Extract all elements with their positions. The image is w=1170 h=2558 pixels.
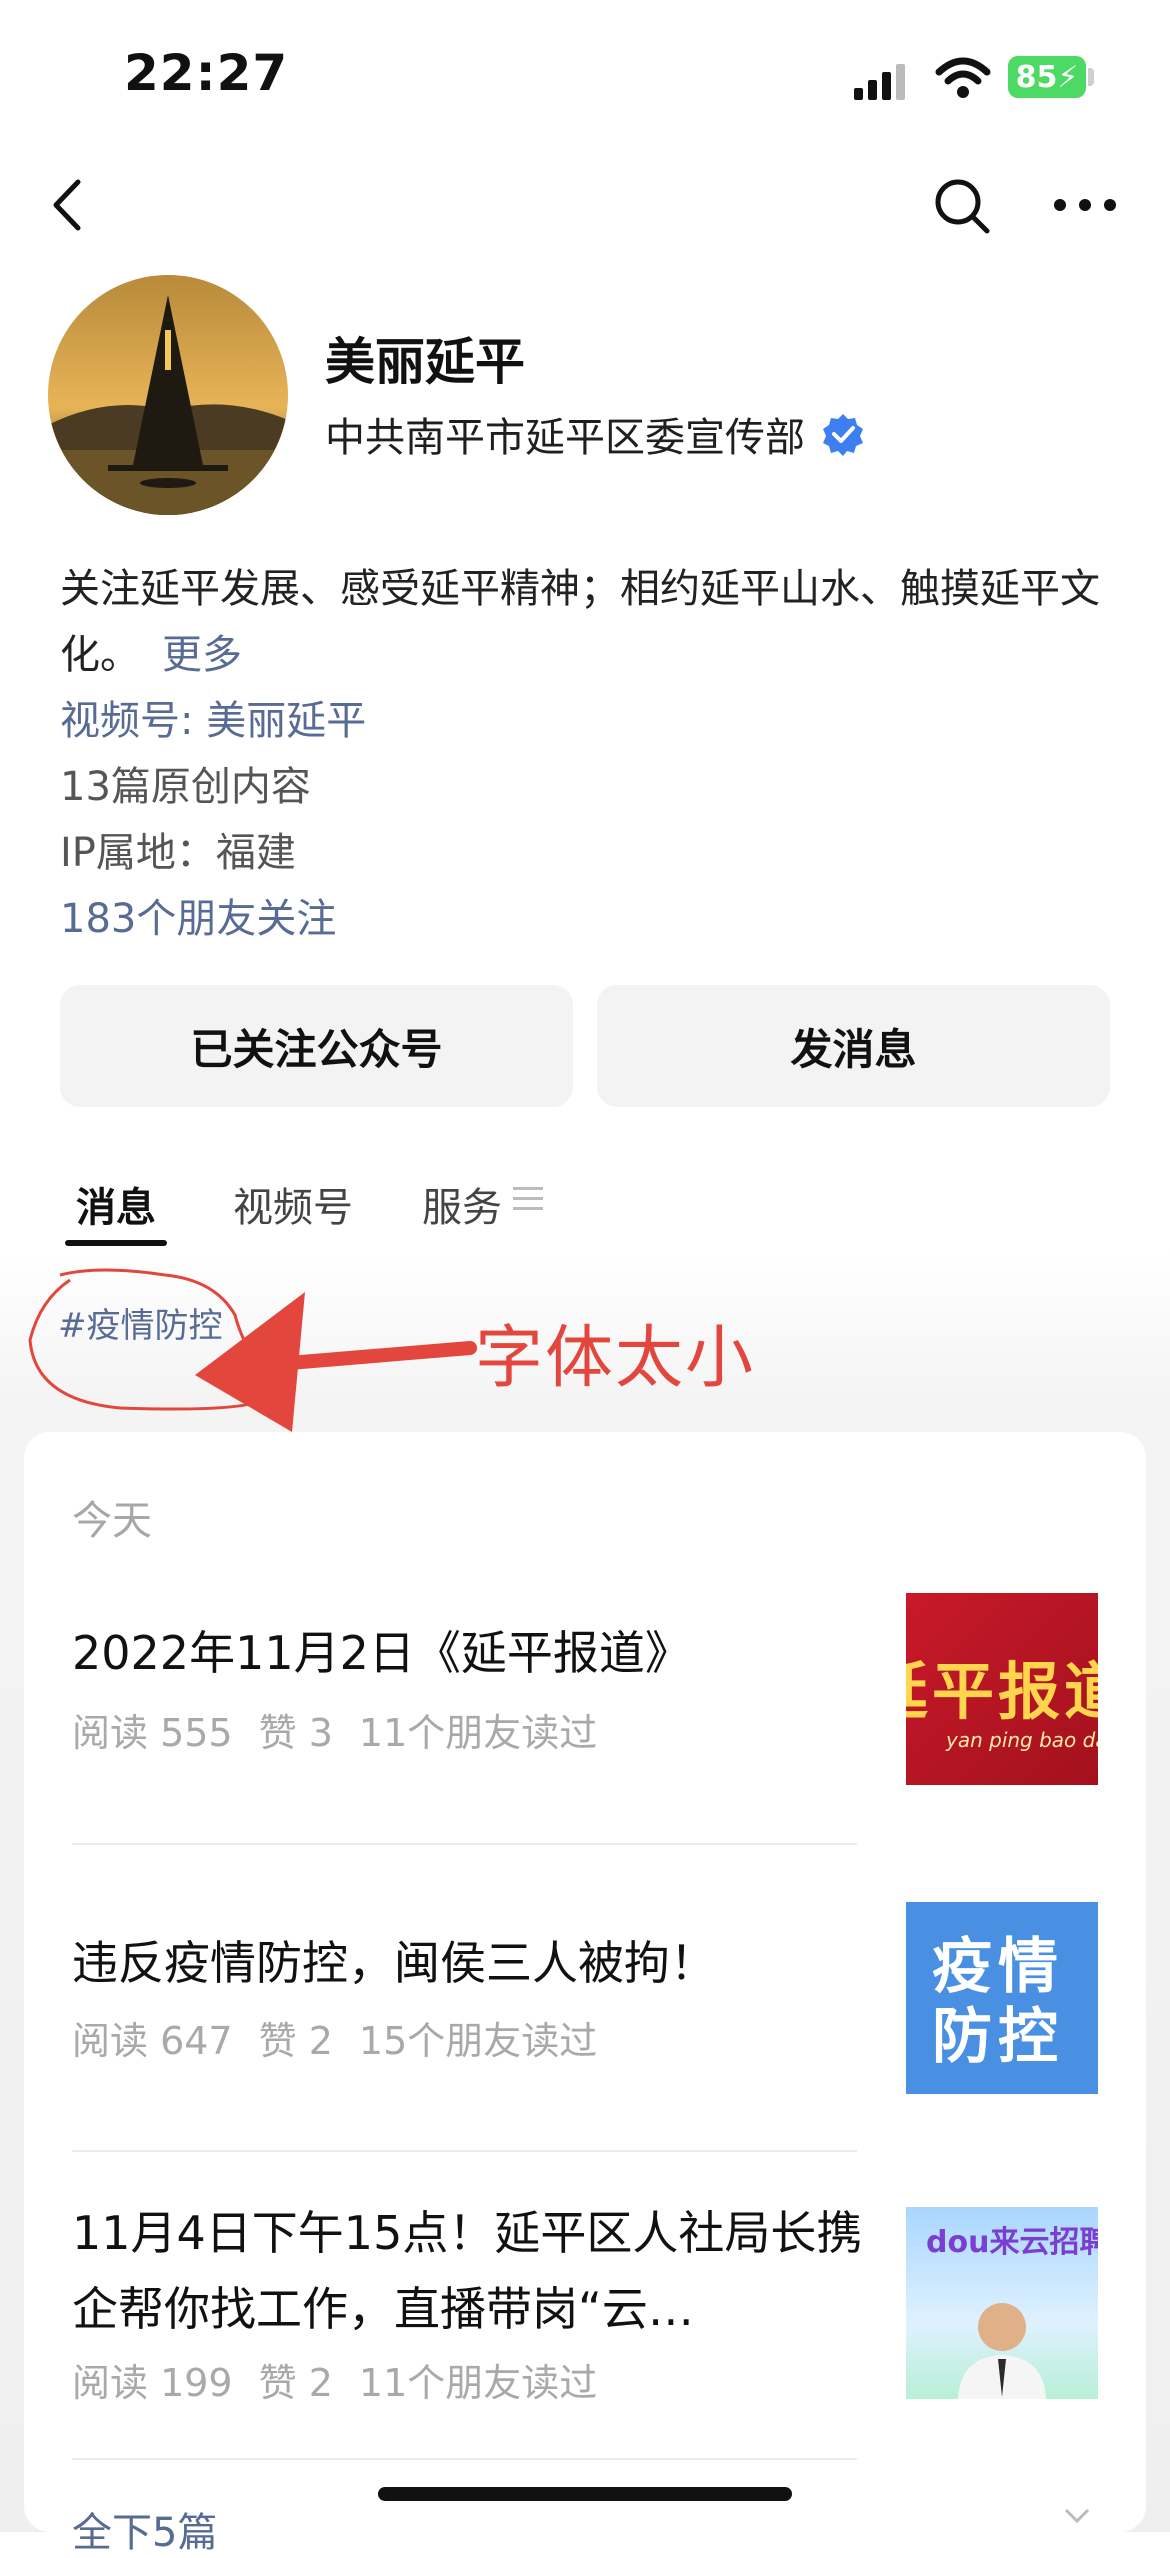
battery-indicator: 85 ⚡	[1008, 56, 1086, 98]
friends-read: 11个朋友读过	[358, 2361, 598, 2405]
tab-channels[interactable]: 视频号	[233, 1175, 353, 1233]
article-meta: 阅读 647 赞 2 15个朋友读过	[72, 2010, 623, 2065]
cellular-signal-icon	[854, 64, 905, 100]
article-thumbnail[interactable]: 延平报道 yan ping bao dao	[906, 1593, 1098, 1785]
divider	[72, 1843, 857, 1845]
article-thumbnail[interactable]: 疫情防控	[906, 1902, 1098, 2094]
organization-row: 中共南平市延平区委宣传部	[325, 405, 865, 463]
avatar[interactable]	[48, 275, 288, 515]
wifi-icon	[935, 57, 991, 98]
article-title[interactable]: 2022年11月2日《延平报道》	[72, 1615, 887, 1691]
send-message-button[interactable]: 发消息	[597, 985, 1110, 1107]
thumbnail-subtext: yan ping bao dao	[946, 1728, 1098, 1752]
article-title[interactable]: 违反疫情防控，闽侯三人被拘！	[72, 1925, 887, 2001]
divider	[72, 2458, 857, 2460]
like-count: 赞 3	[258, 1711, 333, 1755]
battery-level: 85	[1015, 59, 1058, 95]
read-count: 阅读 199	[72, 2361, 233, 2405]
bio-more-link[interactable]: 更多	[162, 632, 242, 678]
verified-badge-icon	[823, 414, 863, 456]
friends-read: 15个朋友读过	[358, 2019, 598, 2063]
organization-name: 中共南平市延平区委宣传部	[325, 415, 805, 461]
article-title[interactable]: 11月4日下午15点！延平区人社局长携企帮你找工作，直播带岗“云…	[72, 2195, 887, 2347]
presenter-image	[958, 2303, 1046, 2399]
chevron-down-icon[interactable]	[1062, 2506, 1092, 2526]
thumbnail-text: 疫情防控	[932, 1932, 1064, 2072]
like-count: 赞 2	[258, 2019, 333, 2063]
article-thumbnail[interactable]: dou来云招聘	[906, 2207, 1098, 2399]
tab-messages[interactable]: 消息	[76, 1175, 156, 1233]
read-count: 阅读 647	[72, 2019, 233, 2063]
all-articles-link[interactable]: 全下5篇	[72, 2500, 217, 2558]
divider	[72, 2150, 857, 2152]
battery-tip	[1088, 68, 1094, 86]
friends-read: 11个朋友读过	[358, 1711, 598, 1755]
friends-following-link[interactable]: 183个朋友关注	[60, 886, 336, 944]
status-time: 22:27	[124, 44, 289, 102]
account-name: 美丽延平	[325, 333, 525, 391]
like-count: 赞 2	[258, 2361, 333, 2405]
section-label-today: 今天	[72, 1498, 152, 1544]
home-indicator	[378, 2487, 792, 2501]
more-options-icon[interactable]	[1050, 190, 1120, 220]
menu-lines-icon[interactable]	[513, 1186, 543, 1212]
article-meta: 阅读 555 赞 3 11个朋友读过	[72, 1702, 623, 1757]
ip-location: IP属地：福建	[60, 830, 296, 876]
bio: 关注延平发展、感受延平精神；相约延平山水、触摸延平文化。 更多	[60, 556, 1120, 688]
tab-services[interactable]: 服务	[422, 1175, 502, 1233]
original-count[interactable]: 13篇原创内容	[60, 754, 311, 812]
thumbnail-text: dou来云招聘	[926, 2225, 1098, 2260]
followed-button[interactable]: 已关注公众号	[60, 985, 573, 1107]
annotation-text: 字体太小	[475, 1319, 756, 1398]
charging-icon: ⚡	[1057, 59, 1079, 95]
back-icon[interactable]	[40, 170, 100, 240]
search-icon[interactable]	[932, 176, 992, 236]
thumbnail-text: 延平报道	[906, 1655, 1098, 1728]
read-count: 阅读 555	[72, 1711, 233, 1755]
article-meta: 阅读 199 赞 2 11个朋友读过	[72, 2352, 623, 2407]
channels-link[interactable]: 视频号: 美丽延平	[60, 688, 366, 746]
